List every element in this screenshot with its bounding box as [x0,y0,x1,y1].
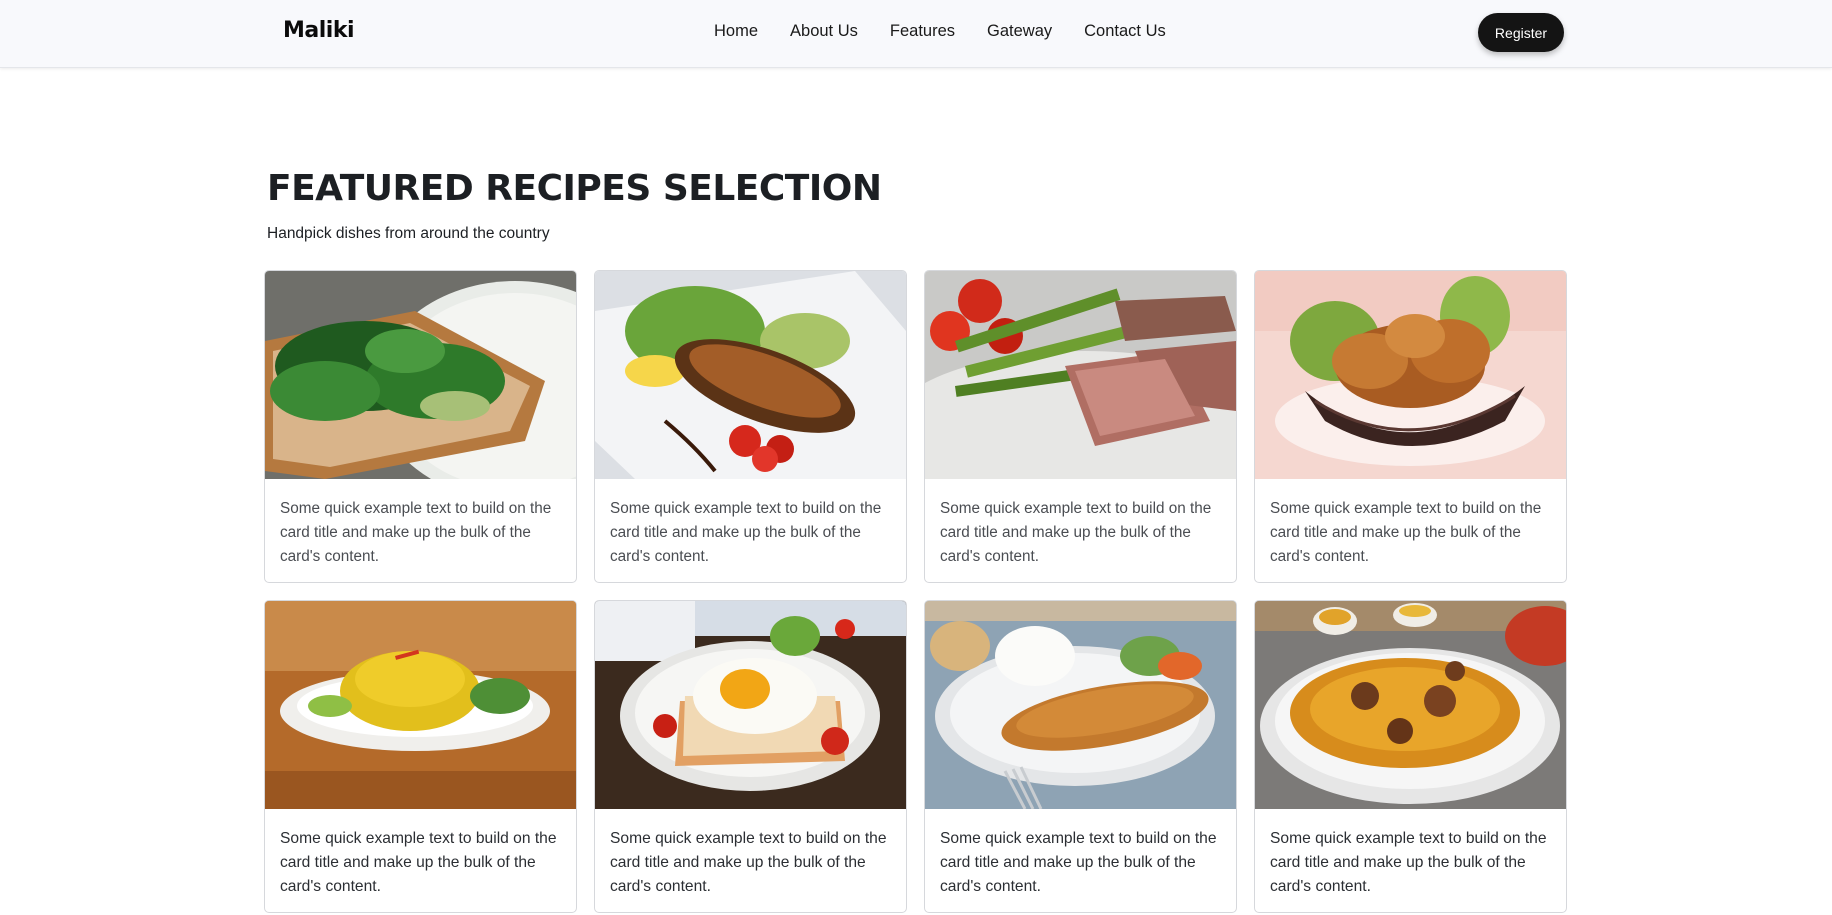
card-text: Some quick example text to build on the … [1270,500,1542,565]
card-body: Some quick example text to build on the … [595,479,906,579]
recipe-image-biryani [1255,601,1566,809]
recipe-card-grid: Some quick example text to build on the … [264,270,1567,913]
recipe-card[interactable]: Some quick example text to build on the … [924,600,1237,913]
recipe-card[interactable]: Some quick example text to build on the … [264,600,577,913]
card-body: Some quick example text to build on the … [1255,479,1566,579]
recipe-card[interactable]: Some quick example text to build on the … [1254,270,1567,583]
recipe-image-fried-chicken [1255,271,1566,479]
recipe-card[interactable]: Some quick example text to build on the … [594,270,907,583]
card-text: Some quick example text to build on the … [940,830,1217,895]
card-body: Some quick example text to build on the … [925,479,1236,579]
recipe-image-egg-toast [595,601,906,809]
card-text: Some quick example text to build on the … [280,500,552,565]
register-button[interactable]: Register [1478,13,1564,52]
card-text: Some quick example text to build on the … [610,830,887,895]
nav-links: Home About Us Features Gateway Contact U… [714,22,1166,41]
nav-link-gateway[interactable]: Gateway [987,22,1052,41]
card-body: Some quick example text to build on the … [265,809,576,909]
recipe-image-yellow-rice [265,601,576,809]
recipe-card[interactable]: Some quick example text to build on the … [264,270,577,583]
card-body: Some quick example text to build on the … [265,479,576,579]
recipe-image-grilled-salmon [595,271,906,479]
card-text: Some quick example text to build on the … [280,830,557,895]
recipe-image-fried-fish-rice [925,601,1236,809]
recipe-card[interactable]: Some quick example text to build on the … [924,270,1237,583]
card-text: Some quick example text to build on the … [940,500,1212,565]
nav-link-features[interactable]: Features [890,22,955,41]
card-text: Some quick example text to build on the … [610,500,882,565]
page-subtitle: Handpick dishes from around the country [267,225,550,242]
recipe-image-steak-asparagus [925,271,1236,479]
recipe-image-spinach-toast [265,271,576,479]
recipe-card[interactable]: Some quick example text to build on the … [1254,600,1567,913]
nav-link-home[interactable]: Home [714,22,758,41]
page-title: FEATURED RECIPES SELECTION [267,168,882,209]
nav-link-contact-us[interactable]: Contact Us [1084,22,1166,41]
card-body: Some quick example text to build on the … [1255,809,1566,909]
card-body: Some quick example text to build on the … [925,809,1236,909]
navbar: Maliki Home About Us Features Gateway Co… [0,0,1832,68]
brand-logo[interactable]: Maliki [283,18,355,43]
card-text: Some quick example text to build on the … [1270,830,1547,895]
recipe-card[interactable]: Some quick example text to build on the … [594,600,907,913]
card-body: Some quick example text to build on the … [595,809,906,909]
nav-link-about-us[interactable]: About Us [790,22,858,41]
